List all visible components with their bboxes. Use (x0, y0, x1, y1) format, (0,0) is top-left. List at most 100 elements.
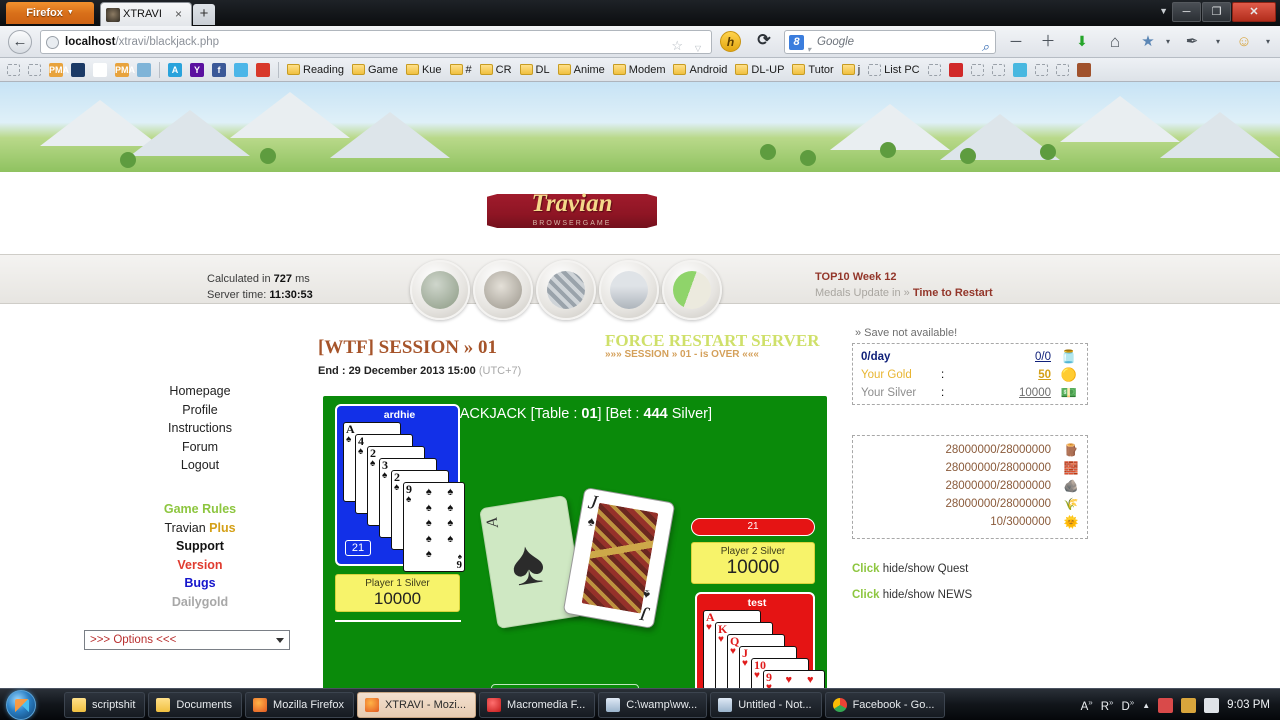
search-input[interactable]: 8 ▾ Google ⌕ (784, 30, 996, 54)
chevron-down-icon[interactable]: ▾ (1156, 30, 1180, 54)
bookmark-item-icon-32[interactable] (1032, 63, 1051, 77)
bookmark-item-android[interactable]: Android (670, 63, 730, 77)
action-center-icon[interactable] (1158, 697, 1174, 713)
chevron-down-icon[interactable]: ▾ (1206, 30, 1230, 54)
bookmark-item-pg[interactable]: PG (90, 62, 110, 78)
bookmark-star-icon[interactable]: ☆ (671, 34, 683, 57)
sidebar-item-homepage[interactable]: Homepage (110, 382, 290, 401)
new-tab-button[interactable]: + (193, 4, 215, 25)
bookmark-item-y[interactable]: Y (187, 62, 207, 78)
travian-logo[interactable]: Travian BROWSERGAME (487, 180, 657, 238)
network-icon[interactable] (1181, 697, 1197, 713)
taskbar-item-xtravi-mozi-[interactable]: XTRAVI - Mozi... (356, 692, 477, 718)
sidebar-item-game-rules[interactable]: Game Rules (110, 500, 290, 519)
card-suit-icon: ♥ (718, 634, 724, 645)
minimize-button[interactable]: ─ (1172, 2, 1201, 22)
taskbar-item-untitled-not-[interactable]: Untitled - Not... (710, 692, 822, 718)
bookmark-item-icon-3[interactable] (68, 62, 88, 78)
bookmark-item-tutor[interactable]: Tutor (789, 63, 836, 77)
bookmark-item-icon-28[interactable] (946, 62, 966, 78)
bookmark-item-icon-11[interactable] (231, 62, 251, 78)
search-icon[interactable]: ⌕ (982, 35, 989, 58)
taskbar-item-scriptshit[interactable]: scriptshit (64, 692, 146, 718)
bookmark-item-modem[interactable]: Modem (610, 63, 669, 77)
stat-value[interactable]: 50 (991, 369, 1059, 381)
bookmark-item-dl[interactable]: DL (517, 63, 553, 77)
stat-value[interactable]: 0/0 (991, 351, 1059, 363)
bookmark-item-j[interactable]: j (839, 63, 863, 77)
account-icon[interactable]: ☺ (1232, 30, 1256, 54)
address-bar[interactable]: localhost/xtravi/blackjack.php ☆ ▽ (40, 30, 712, 54)
close-icon[interactable]: × (172, 8, 185, 21)
bookmark-item-pma[interactable]: PMA (46, 62, 69, 78)
tray-item-a[interactable]: A» (1081, 698, 1093, 713)
start-button[interactable] (6, 690, 36, 720)
zoom-in-button[interactable]: ＋ (1036, 30, 1060, 54)
sidebar-item-travian-plus[interactable]: Travian Plus (110, 519, 290, 538)
quest-toggle-link[interactable]: Click hide/show Quest (852, 563, 968, 575)
sidebar-item-version[interactable]: Version (110, 556, 290, 575)
bookmark-item-icon-6[interactable] (134, 62, 154, 78)
bookmark-item-list-pc[interactable]: List PC (865, 63, 922, 77)
tray-item-d[interactable]: D» (1121, 698, 1134, 713)
bookmark-item-icon-33[interactable] (1053, 63, 1072, 77)
tray-item-r[interactable]: R» (1101, 698, 1114, 713)
bookmark-item-pma[interactable]: PMA (112, 62, 135, 78)
bookmark-item-dl-up[interactable]: DL-UP (732, 63, 787, 77)
bookmark-item--[interactable]: # (447, 63, 475, 77)
bookmark-item-icon-1[interactable] (25, 63, 44, 77)
back-button[interactable]: ← (8, 30, 32, 54)
chevron-down-icon[interactable]: ▽ (695, 37, 701, 60)
bookmark-item-cr[interactable]: CR (477, 63, 515, 77)
bookmark-item-anime[interactable]: Anime (555, 63, 608, 77)
volume-icon[interactable] (1204, 697, 1220, 713)
sidebar-item-support[interactable]: Support (110, 537, 290, 556)
bookmark-item-icon-29[interactable] (968, 63, 987, 77)
bookmark-label: Game (367, 63, 398, 76)
statistics-icon[interactable] (599, 260, 659, 320)
show-hidden-icons-arrow[interactable]: ▲ (1142, 701, 1150, 710)
sidebar-item-instructions[interactable]: Instructions (110, 419, 290, 438)
sidebar-item-bugs[interactable]: Bugs (110, 574, 290, 593)
taskbar-item-facebook-go-[interactable]: Facebook - Go... (824, 692, 945, 718)
chevron-down-icon[interactable]: ▼ (1159, 6, 1168, 16)
taskbar-item-mozilla-firefox[interactable]: Mozilla Firefox (245, 692, 354, 718)
zoom-out-button[interactable]: ─ (1004, 30, 1028, 54)
news-toggle-link[interactable]: Click hide/show NEWS (852, 589, 972, 601)
bookmark-item-icon-30[interactable] (989, 63, 1008, 77)
home-icon[interactable]: ⌂ (1103, 30, 1127, 54)
sidebar-item-logout[interactable]: Logout (110, 456, 290, 475)
taskbar-clock[interactable]: 9:03 PM (1227, 699, 1276, 711)
taskbar-item-documents[interactable]: Documents (148, 692, 243, 718)
h-addon-icon[interactable]: h (720, 31, 741, 52)
taskbar-item-c-wamp-ww-[interactable]: C:\wamp\ww... (598, 692, 708, 718)
close-window-button[interactable]: ✕ (1232, 2, 1276, 22)
village-icon[interactable] (473, 260, 533, 320)
addon-icon[interactable]: ✒ (1180, 30, 1204, 54)
firefox-menu-button[interactable]: Firefox ▼ (6, 2, 94, 24)
resources-icon[interactable] (410, 260, 470, 320)
maximize-button[interactable]: ❐ (1202, 2, 1231, 22)
options-select[interactable]: >>> Options <<< (84, 630, 290, 650)
browser-tab-xtravi[interactable]: XTRAVI × (100, 2, 192, 26)
sidebar-item-dailygold[interactable]: Dailygold (110, 593, 290, 612)
download-icon[interactable]: ⬇ (1070, 30, 1094, 54)
reports-icon[interactable] (662, 260, 722, 320)
bookmark-item-kue[interactable]: Kue (403, 63, 445, 77)
bookmark-item-a[interactable]: A (165, 62, 185, 78)
sidebar-item-profile[interactable]: Profile (110, 401, 290, 420)
bookmark-item-f[interactable]: f (209, 62, 229, 78)
bookmark-item-reading[interactable]: Reading (284, 63, 347, 77)
bookmark-item-icon-27[interactable] (925, 63, 944, 77)
sidebar-item-forum[interactable]: Forum (110, 438, 290, 457)
bookmark-item-icon-12[interactable] (253, 62, 273, 78)
bookmark-item-icon-0[interactable] (4, 63, 23, 77)
stat-value[interactable]: 10000 (991, 387, 1059, 399)
bookmark-item-icon-31[interactable] (1010, 62, 1030, 78)
bookmark-item-game[interactable]: Game (349, 63, 401, 77)
map-icon[interactable] (536, 260, 596, 320)
reload-button[interactable]: ⟳ (754, 31, 774, 52)
chevron-down-icon[interactable]: ▾ (1256, 30, 1280, 54)
taskbar-item-macromedia-f-[interactable]: Macromedia F... (479, 692, 596, 718)
bookmark-item-icon-34[interactable] (1074, 62, 1094, 78)
